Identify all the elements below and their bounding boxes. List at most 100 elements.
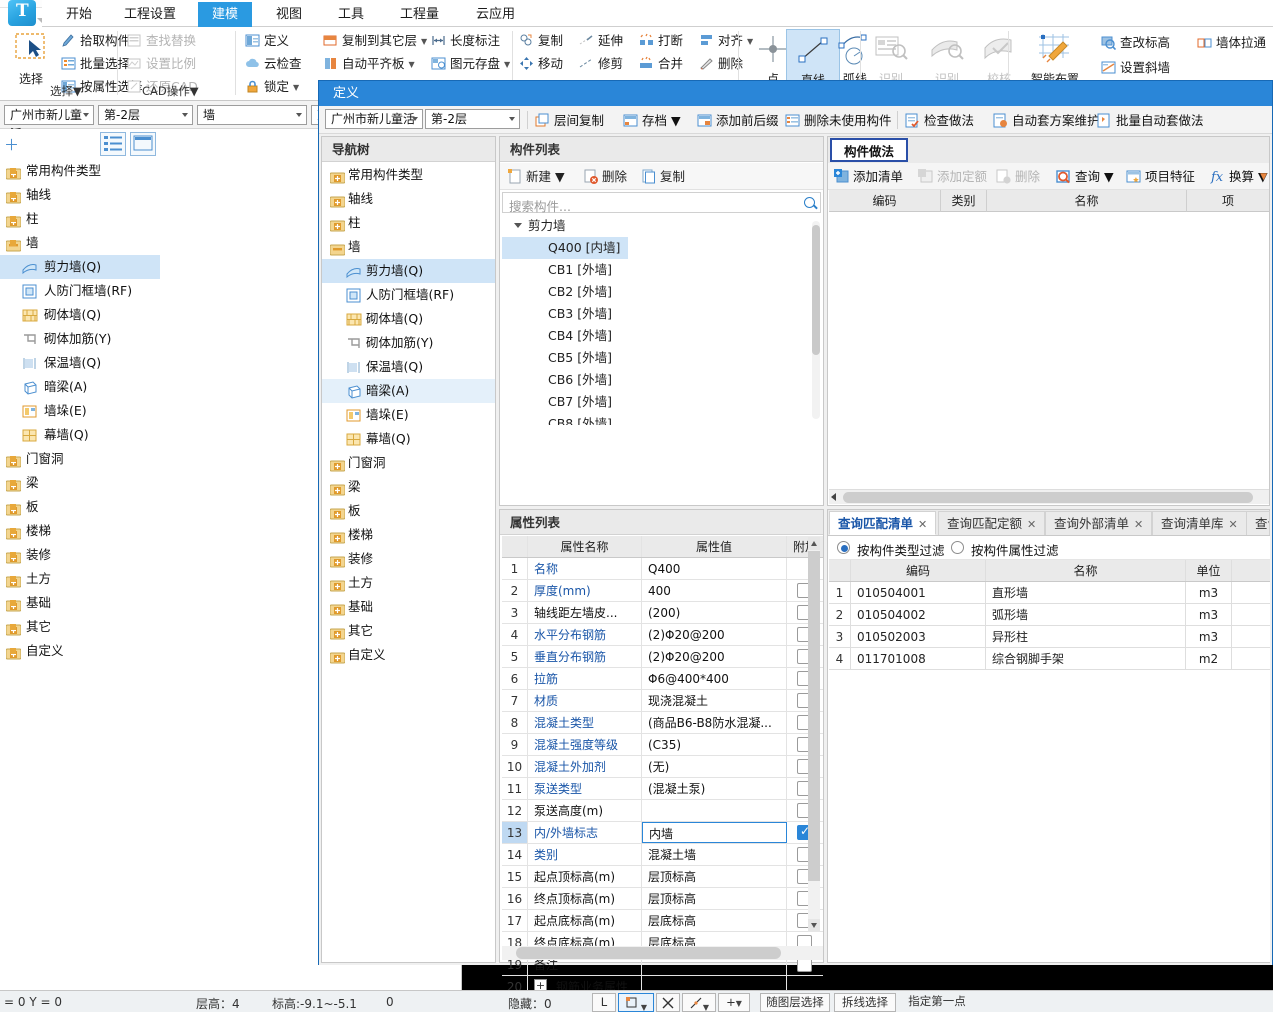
scroll-up-icon[interactable] [808, 537, 820, 550]
ribbon-tab-quantity[interactable]: 工程量 [386, 2, 453, 27]
property-row[interactable]: 13 内/外墙标志 内墙 [502, 822, 823, 844]
dialog-nav-item-17[interactable]: 土方 [322, 571, 495, 595]
chevron-down-icon[interactable] [509, 117, 515, 121]
delete-component-button[interactable]: 删除 [584, 168, 627, 186]
filter-by-property-label[interactable]: 按构件属性过滤 [971, 540, 1059, 559]
edit-elevation-button[interactable]: 查改标高 [1100, 32, 1170, 53]
project-combo[interactable]: 广州市新儿童活 [4, 105, 94, 141]
property-row[interactable]: 9 混凝土强度等级 (C35) [502, 734, 823, 756]
dialog-nav-item-6[interactable]: 砌体墙(Q) [322, 307, 495, 331]
set-slope-wall-button[interactable]: 设置斜墙 [1100, 57, 1170, 78]
ribbon-group-cad-label[interactable]: CAD操作▼ [142, 83, 222, 99]
tab-component-method[interactable]: 构件做法 [830, 138, 909, 162]
dialog-nav-item-4[interactable]: 剪力墙(Q) [322, 259, 495, 283]
dialog-floor-combo[interactable]: 第-2层 [425, 109, 520, 129]
component-tree-item[interactable]: CB6 [外墙] [502, 369, 821, 391]
dialog-nav-item-16[interactable]: 装修 [322, 547, 495, 571]
ribbon-tab-modeling[interactable]: 建模 [198, 2, 253, 27]
query-result-row[interactable]: 2 010504002 弧形墙 m3 [829, 604, 1270, 626]
dialog-nav-item-11[interactable]: 幕墙(Q) [322, 427, 495, 451]
project-feature-button[interactable]: 项目特征 [1126, 168, 1195, 186]
tab-query-external-list[interactable]: 查询外部清单 ✕ [1045, 511, 1153, 535]
component-tree-item[interactable]: Q400 [内墙] [502, 237, 629, 259]
property-value-cell[interactable]: 层顶标高 [642, 888, 787, 909]
query-col-name[interactable]: 名称 [986, 560, 1186, 581]
query-result-row[interactable]: 1 010504001 直形墙 m3 [829, 582, 1270, 604]
left-nav-item-19[interactable]: 其它 [0, 615, 160, 639]
cloud-check-button[interactable]: 云检查 [244, 53, 302, 74]
crosshair-snap-button[interactable]: +▼ [718, 993, 750, 1012]
chevron-down-icon[interactable]: ▼ [671, 113, 681, 128]
add-prefix-suffix-button[interactable]: 添加前后缀 [697, 111, 779, 130]
property-value-cell[interactable]: (C35) [642, 734, 787, 755]
list-view-button[interactable] [100, 132, 126, 156]
zuofa-col-category[interactable]: 类别 [941, 190, 987, 212]
left-nav-item-11[interactable]: 幕墙(Q) [0, 423, 160, 447]
dialog-nav-item-10[interactable]: 墙垛(E) [322, 403, 495, 427]
close-icon[interactable]: ✕ [1134, 518, 1143, 531]
dialog-nav-item-0[interactable]: 常用构件类型 [322, 163, 495, 187]
left-nav-item-10[interactable]: 墙垛(E) [0, 399, 160, 423]
zuofa-col-name[interactable]: 名称 [987, 190, 1187, 212]
component-tree-scroll-thumb[interactable] [812, 225, 820, 355]
dialog-nav-item-13[interactable]: 梁 [322, 475, 495, 499]
property-scroll-thumb[interactable] [808, 551, 820, 881]
left-nav-item-4[interactable]: 剪力墙(Q) [0, 255, 160, 279]
detail-view-button[interactable] [130, 132, 156, 156]
property-row[interactable]: 14 类别 混凝土墙 [502, 844, 823, 866]
property-name-cell[interactable]: 终点顶标高(m) [528, 888, 642, 909]
property-value-cell[interactable]: 400 [642, 580, 787, 601]
component-tree-group[interactable]: 剪力墙 [502, 215, 821, 237]
component-search-input[interactable]: 搜索构件... [502, 192, 821, 214]
close-icon[interactable]: ✕ [918, 518, 927, 531]
property-value-cell[interactable]: (混凝土泵) [642, 778, 787, 799]
component-tree-item[interactable]: CB8 [外墙] [502, 413, 821, 425]
save-element-button[interactable]: 图元存盘 ▼ [430, 53, 510, 74]
property-row[interactable]: 5 垂直分布钢筋 (2)Φ20@200 [502, 646, 823, 668]
dialog-nav-item-2[interactable]: 柱 [322, 211, 495, 235]
chevron-down-icon[interactable] [83, 113, 89, 117]
left-nav-item-9[interactable]: 暗梁(A) [0, 375, 160, 399]
query-result-row[interactable]: 4 011701008 综合钢脚手架 m2 [829, 648, 1270, 670]
ribbon-tab-view[interactable]: 视图 [262, 2, 316, 27]
left-navigation-tree[interactable]: 常用构件类型 轴线柱墙剪力墙(Q) 人防门框墙(RF) 砌体墙(Q) 砌体加筋(Y) 保温… [0, 159, 160, 990]
copy-button[interactable]: 复制 [518, 30, 563, 51]
copy-between-floors-button[interactable]: 层间复制 [535, 111, 604, 130]
property-name-cell[interactable]: 泵送高度(m) [528, 800, 642, 821]
close-icon[interactable]: ✕ [1027, 518, 1036, 531]
extend-button[interactable]: 延伸 [578, 30, 623, 51]
property-name-cell[interactable]: 起点底标高(m) [528, 910, 642, 931]
polyline-select-button[interactable]: 拆线选择 [834, 993, 896, 1012]
left-nav-item-13[interactable]: 梁 [0, 471, 160, 495]
snap-toggle-button[interactable]: ▼ [618, 993, 654, 1012]
chevron-down-icon[interactable]: ▼ [736, 999, 742, 1008]
scroll-left-icon[interactable] [831, 493, 836, 501]
left-nav-item-12[interactable]: 门窗洞 [0, 447, 160, 471]
chevron-down-icon[interactable] [296, 113, 302, 117]
convert-button[interactable]: fx 换算 ▼ [1210, 168, 1268, 186]
dialog-nav-item-5[interactable]: 人防门框墙(RF) [322, 283, 495, 307]
property-col-name[interactable]: 属性名称 [528, 536, 642, 557]
query-result-grid[interactable]: 编码 名称 单位 1 010504001 直形墙 m3 2 010504002 弧形墙 m3 3 010… [829, 560, 1270, 962]
property-value-cell[interactable]: 混凝土墙 [642, 844, 787, 865]
chevron-down-icon[interactable]: ▼ [421, 31, 427, 52]
property-horizontal-scrollbar[interactable] [502, 946, 823, 960]
query-button[interactable]: 查询 ▼ [1056, 168, 1114, 186]
left-nav-item-18[interactable]: 基础 [0, 591, 160, 615]
property-row[interactable]: 17 起点底标高(m) 层底标高 [502, 910, 823, 932]
property-name-cell[interactable]: 类别 [528, 844, 642, 865]
left-nav-item-3[interactable]: 墙 [0, 231, 160, 255]
chevron-down-icon[interactable]: ▼ [293, 77, 299, 98]
chevron-down-icon[interactable]: ▼ [703, 1003, 709, 1012]
ribbon-tab-settings[interactable]: 工程设置 [110, 2, 190, 27]
dialog-nav-item-3[interactable]: 墙 [322, 235, 495, 259]
tab-query-match-quota[interactable]: 查询匹配定额 ✕ [938, 511, 1046, 535]
property-value-cell[interactable]: (2)Φ20@200 [642, 624, 787, 645]
chevron-down-icon[interactable]: ▼ [641, 1003, 647, 1012]
dialog-property-table[interactable]: 属性名称 属性值 附加 1 名称 Q400 2 厚度(mm) 400 3 轴线距左墙皮... (200… [502, 536, 823, 998]
left-nav-item-17[interactable]: 土方 [0, 567, 160, 591]
zuofa-hscroll-thumb[interactable] [843, 492, 1253, 503]
ribbon-tab-start[interactable]: 开始 [52, 2, 106, 27]
left-nav-item-14[interactable]: 板 [0, 495, 160, 519]
length-dimension-button[interactable]: 长度标注 [430, 30, 500, 51]
